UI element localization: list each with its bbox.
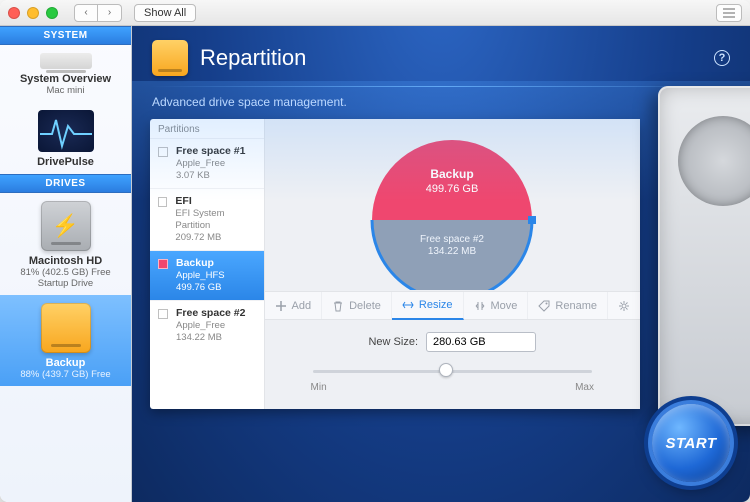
help-button[interactable]: ? (714, 50, 730, 66)
sidebar-item-label: Macintosh HD (4, 255, 127, 267)
toolbar-label: Add (292, 300, 312, 312)
sidebar-item-sub: Mac mini (4, 85, 127, 96)
pulse-icon (38, 110, 94, 152)
pie-label-free: Free space #2 (420, 234, 484, 245)
app-window: ‹ › Show All SYSTEM System Overview Mac … (0, 0, 750, 502)
sidebar-section-system: SYSTEM (0, 26, 131, 45)
slider-max-label: Max (575, 382, 594, 393)
partition-toolbar: Add Delete Resize (265, 291, 640, 320)
close-window-button[interactable] (8, 7, 20, 19)
show-all-button[interactable]: Show All (134, 4, 196, 22)
trash-icon (332, 300, 344, 312)
delete-button[interactable]: Delete (322, 292, 392, 319)
size-slider[interactable] (283, 362, 622, 380)
sidebar-item-sub: 81% (402.5 GB) Free (4, 267, 127, 278)
gear-icon (618, 300, 630, 312)
repartition-icon (152, 40, 188, 76)
partition-type: EFI System Partition (175, 208, 255, 232)
sidebar-section-drives: DRIVES (0, 174, 131, 193)
partition-size: 3.07 KB (176, 170, 245, 182)
pie-slice-backup[interactable] (372, 140, 532, 220)
move-icon (474, 300, 486, 312)
rename-button[interactable]: Rename (528, 292, 608, 319)
partition-list: Partitions Free space #1 Apple_Free 3.07… (150, 119, 265, 409)
options-button[interactable] (608, 292, 640, 319)
toolbar-label: Resize (419, 299, 453, 311)
partition-list-header: Partitions (150, 119, 264, 138)
partition-name: Free space #2 (176, 307, 245, 320)
sidebar-item-drivepulse[interactable]: DrivePulse (0, 102, 131, 174)
partition-size: 499.76 GB (176, 282, 225, 294)
titlebar: ‹ › Show All (0, 0, 750, 26)
sidebar-item-sub: 88% (439.7 GB) Free (4, 369, 127, 380)
partition-name: Backup (176, 257, 225, 270)
pie-label-backup: Backup (431, 167, 474, 181)
internal-drive-icon: ⚡ (41, 201, 91, 251)
new-size-input[interactable] (426, 332, 536, 352)
partition-size: 209.72 MB (175, 232, 255, 244)
sidebar-item-label: DrivePulse (4, 156, 127, 168)
partition-swatch (158, 309, 168, 319)
partition-name: Free space #1 (176, 145, 245, 158)
repartition-panel: Partitions Free space #1 Apple_Free 3.07… (150, 119, 640, 409)
list-view-button[interactable] (716, 4, 742, 22)
slider-min-label: Min (311, 382, 327, 393)
back-button[interactable]: ‹ (74, 4, 98, 22)
forward-button[interactable]: › (98, 4, 122, 22)
partition-pie-chart: Backup 499.76 GB Free space #2 134.22 MB (265, 119, 640, 291)
partition-row[interactable]: Free space #2 Apple_Free 134.22 MB (150, 300, 264, 350)
window-controls (8, 7, 58, 19)
partition-type: Apple_Free (176, 158, 245, 170)
header: Repartition ? (132, 26, 750, 82)
partition-swatch (158, 147, 168, 157)
zoom-window-button[interactable] (46, 7, 58, 19)
resize-button[interactable]: Resize (392, 292, 464, 320)
pie-size-backup: 499.76 GB (426, 183, 479, 195)
partition-row[interactable]: Free space #1 Apple_Free 3.07 KB (150, 138, 264, 188)
move-button[interactable]: Move (464, 292, 529, 319)
toolbar-label: Move (491, 300, 518, 312)
sidebar-item-sub2: Startup Drive (4, 278, 127, 289)
plus-icon (275, 300, 287, 312)
resize-icon (402, 299, 414, 311)
drive-illustration (658, 86, 750, 426)
partition-row[interactable]: EFI EFI System Partition 209.72 MB (150, 188, 264, 250)
divider (150, 86, 732, 87)
sidebar-item-label: System Overview (4, 73, 127, 85)
partition-name: EFI (175, 195, 255, 208)
history-nav: ‹ › (74, 4, 122, 22)
add-button[interactable]: Add (265, 292, 323, 319)
sidebar-item-label: Backup (4, 357, 127, 369)
main-pane: Repartition ? Advanced drive space manag… (132, 26, 750, 502)
sidebar-item-system-overview[interactable]: System Overview Mac mini (0, 45, 131, 102)
sidebar-item-backup[interactable]: Backup 88% (439.7 GB) Free (0, 295, 131, 386)
partition-type: Apple_Free (176, 320, 245, 332)
partition-swatch (158, 197, 167, 207)
tag-icon (538, 300, 550, 312)
partition-row-selected[interactable]: Backup Apple_HFS 499.76 GB (150, 250, 264, 300)
resize-handle-icon[interactable] (528, 216, 536, 224)
partition-size: 134.22 MB (176, 332, 245, 344)
page-title: Repartition (200, 45, 306, 71)
toolbar-label: Delete (349, 300, 381, 312)
new-size-label: New Size: (368, 336, 418, 348)
partition-type: Apple_HFS (176, 270, 225, 282)
minimize-window-button[interactable] (27, 7, 39, 19)
mac-mini-icon (40, 53, 92, 69)
pie-size-free: 134.22 MB (428, 246, 477, 257)
partition-swatch (158, 259, 168, 269)
chart-column: Backup 499.76 GB Free space #2 134.22 MB… (265, 119, 640, 409)
slider-thumb[interactable] (439, 363, 453, 377)
resize-controls: New Size: Min Max (265, 320, 640, 409)
start-button[interactable]: START (652, 404, 730, 482)
external-drive-icon (41, 303, 91, 353)
toolbar-label: Rename (555, 300, 597, 312)
sidebar-item-macintosh-hd[interactable]: ⚡ Macintosh HD 81% (402.5 GB) Free Start… (0, 193, 131, 295)
sidebar: SYSTEM System Overview Mac mini DrivePul… (0, 26, 132, 502)
